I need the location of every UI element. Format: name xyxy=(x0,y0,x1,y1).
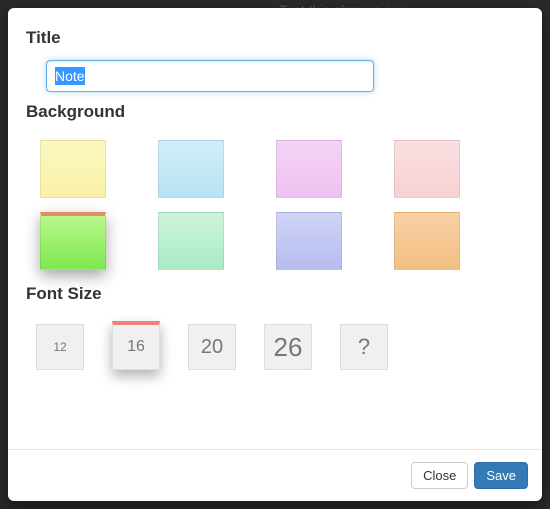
fontsize-26[interactable]: 26 xyxy=(264,324,312,370)
modal-body: Title Background Font Size 12 16 20 26 ? xyxy=(8,8,542,449)
swatch-mint[interactable] xyxy=(158,212,224,270)
swatch-purple[interactable] xyxy=(276,212,342,270)
swatch-rose[interactable] xyxy=(394,140,460,198)
swatch-blue[interactable] xyxy=(158,140,224,198)
background-section-label: Background xyxy=(26,102,524,122)
swatch-row xyxy=(40,212,510,270)
title-input[interactable] xyxy=(46,60,374,92)
modal-footer: Close Save xyxy=(8,449,542,501)
settings-modal: Title Background Font Size 12 16 20 26 ? xyxy=(8,8,542,501)
fontsize-custom[interactable]: ? xyxy=(340,324,388,370)
fontsize-12[interactable]: 12 xyxy=(36,324,84,370)
close-button[interactable]: Close xyxy=(411,462,468,489)
background-swatch-grid xyxy=(26,134,524,270)
fontsize-20[interactable]: 20 xyxy=(188,324,236,370)
save-button[interactable]: Save xyxy=(474,462,528,489)
title-section-label: Title xyxy=(26,28,524,48)
fontsize-row: 12 16 20 26 ? xyxy=(26,316,524,370)
swatch-pink[interactable] xyxy=(276,140,342,198)
fontsize-16[interactable]: 16 xyxy=(112,321,160,370)
swatch-row xyxy=(40,140,510,198)
swatch-yellow[interactable] xyxy=(40,140,106,198)
fontsize-section-label: Font Size xyxy=(26,284,524,304)
swatch-green[interactable] xyxy=(40,212,106,270)
swatch-orange[interactable] xyxy=(394,212,460,270)
